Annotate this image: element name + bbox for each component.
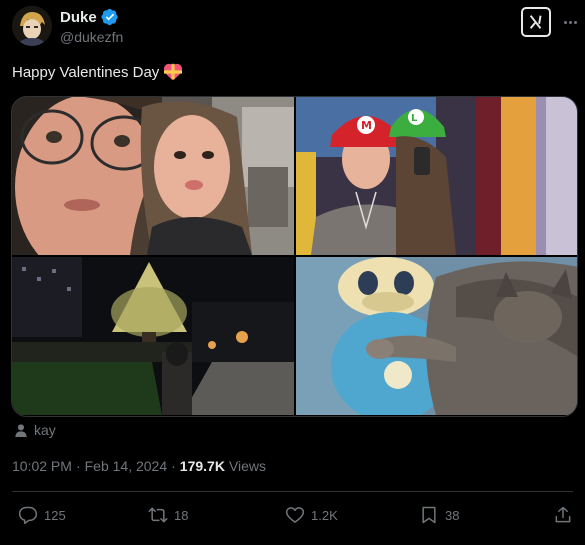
photo-mario-hats[interactable]: M L [296,97,577,255]
retweet-button[interactable]: 18 [148,505,188,525]
reply-count: 125 [44,507,66,523]
retweet-count: 18 [174,507,189,523]
views-label: Views [228,458,267,474]
heart-icon [285,507,305,523]
like-button[interactable]: 1.2K [285,505,338,525]
like-count: 1.2K [311,507,338,523]
photo-selfie[interactable] [12,97,294,255]
tagged-users[interactable]: kay [14,422,56,438]
person-icon [15,424,27,437]
more-icon [563,20,567,24]
selfie-photo [12,97,294,255]
photo-christmas-tree[interactable] [12,257,294,415]
christmas-tree-photo [12,257,294,415]
tweet-meta: 10:02 PM · Feb 14, 2024 · 179.7K Views [12,458,266,474]
divider [12,491,573,492]
tweet-text-content: Happy Valentines Day [12,63,160,81]
svg-text:M: M [361,119,372,132]
bookmark-count: 38 [445,507,460,523]
verified-badge-icon[interactable] [101,8,119,26]
bookmark-icon [422,506,436,524]
mario-hats-photo: M L [296,97,577,255]
svg-text:L: L [411,113,418,124]
avatar[interactable] [12,6,52,46]
share-button[interactable] [553,505,573,525]
grok-icon [529,15,542,29]
tweet-date[interactable]: Feb 14, 2024 [85,458,168,474]
heart-with-ribbon-icon [164,63,183,81]
tweet-text: Happy Valentines Day [12,63,183,81]
meta-separator: · [75,458,81,474]
tweet: Duke @dukezfn Happy Valentines Day M L k… [0,0,585,545]
avatar-image [12,6,52,46]
action-bar: 125 18 1.2K 38 [0,505,585,531]
reply-button[interactable]: 125 [18,505,66,525]
bookmark-button[interactable]: 38 [419,505,459,525]
media-grid: M L [11,96,578,417]
name-row: Duke [60,8,119,26]
views-count: 179.7K [179,458,225,474]
grok-button[interactable] [521,7,551,37]
tweet-time[interactable]: 10:02 PM [12,458,72,474]
handle[interactable]: @dukezfn [60,29,123,45]
retweet-icon [148,507,168,523]
meta-separator-2: · [171,458,176,474]
tagged-user-name: kay [34,422,56,438]
photo-cat-plush[interactable] [296,257,577,415]
more-button[interactable] [560,12,580,32]
reply-icon [18,506,38,525]
display-name[interactable]: Duke [60,9,97,26]
share-icon [555,506,571,523]
cat-plush-photo [296,257,577,415]
